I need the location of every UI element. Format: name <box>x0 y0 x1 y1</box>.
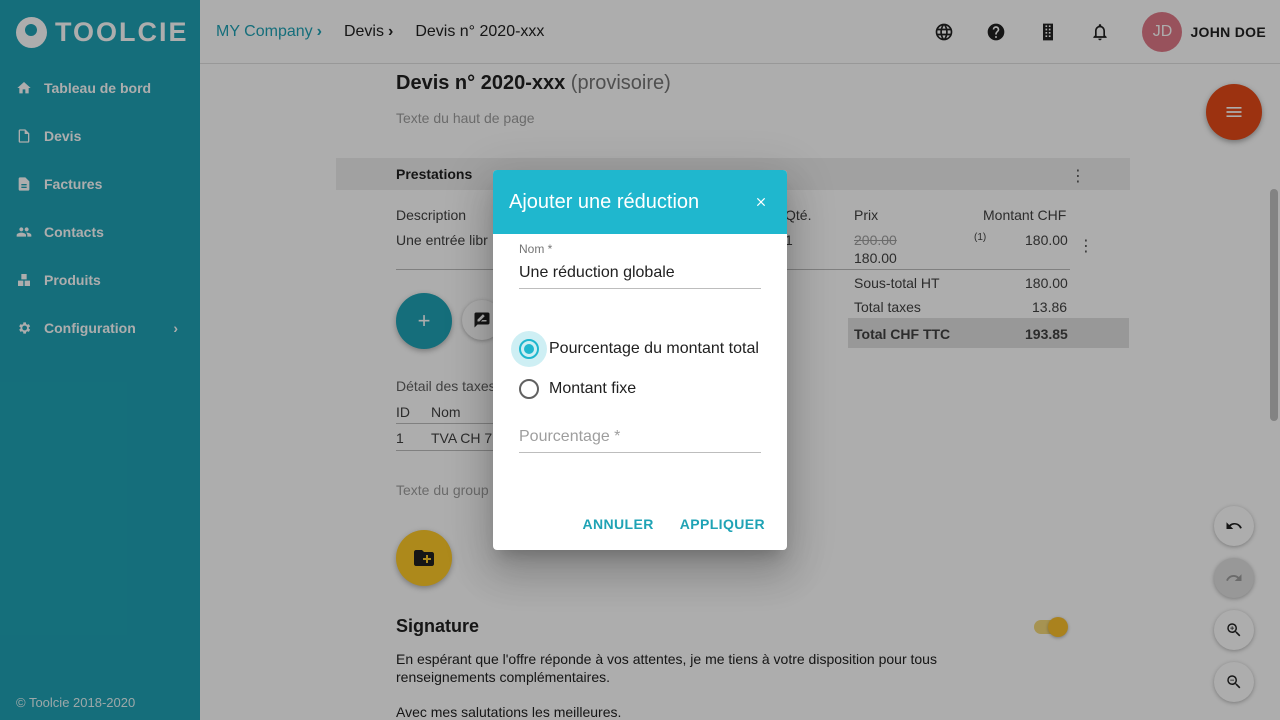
dialog-header: Ajouter une réduction <box>493 170 787 234</box>
cancel-button[interactable]: ANNULER <box>582 516 653 532</box>
radio-unchecked-icon <box>519 379 539 399</box>
apply-button[interactable]: APPLIQUER <box>680 516 765 532</box>
radio-label: Pourcentage du montant total <box>549 340 759 357</box>
radio-percentage[interactable]: Pourcentage du montant total <box>511 331 759 367</box>
close-icon <box>756 197 766 207</box>
discount-dialog: Ajouter une réduction Nom * Une réductio… <box>493 170 787 550</box>
name-label: Nom * <box>519 242 553 256</box>
radio-fixed-amount[interactable]: Montant fixe <box>511 371 636 407</box>
close-button[interactable] <box>749 190 773 214</box>
radio-indicator <box>511 371 547 407</box>
dialog-actions: ANNULER APPLIQUER <box>582 516 765 532</box>
dialog-title: Ajouter une réduction <box>509 190 700 213</box>
name-input[interactable]: Une réduction globale <box>519 264 761 288</box>
name-field[interactable]: Nom * Une réduction globale <box>519 242 761 289</box>
radio-label: Montant fixe <box>549 380 637 397</box>
radio-checked-icon <box>519 339 539 359</box>
percentage-input[interactable]: Pourcentage * <box>519 428 761 453</box>
radio-indicator <box>511 331 547 367</box>
